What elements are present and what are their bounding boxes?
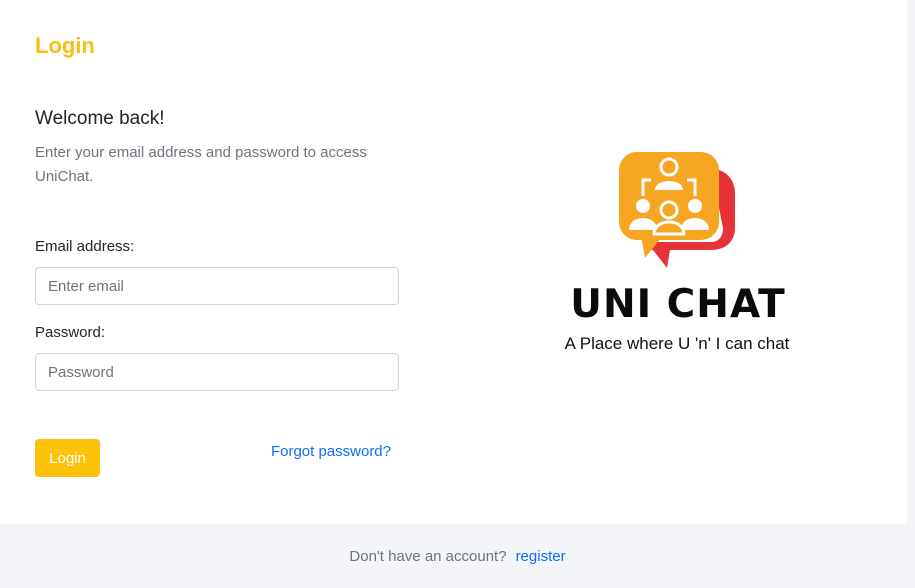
email-label: Email address: xyxy=(35,238,135,255)
register-link[interactable]: register xyxy=(516,548,566,565)
email-field[interactable] xyxy=(35,267,399,305)
login-card: Login Welcome back! Enter your email add… xyxy=(0,0,907,524)
welcome-heading: Welcome back! xyxy=(35,108,165,129)
group-chat-icon xyxy=(615,150,740,270)
page-title: Login xyxy=(35,33,95,58)
password-label: Password: xyxy=(35,324,106,341)
brand-name: UNI CHAT xyxy=(570,282,786,327)
login-subtitle: Enter your email address and password to… xyxy=(35,144,367,185)
login-button[interactable]: Login xyxy=(35,439,100,477)
register-prompt: Don't have an account? xyxy=(349,547,507,565)
password-field[interactable] xyxy=(35,353,399,391)
register-footer: Don't have an account? register xyxy=(0,524,915,588)
forgot-password-link[interactable]: Forgot password? xyxy=(271,442,391,462)
brand-tagline: A Place where U 'n' I can chat xyxy=(564,334,790,353)
